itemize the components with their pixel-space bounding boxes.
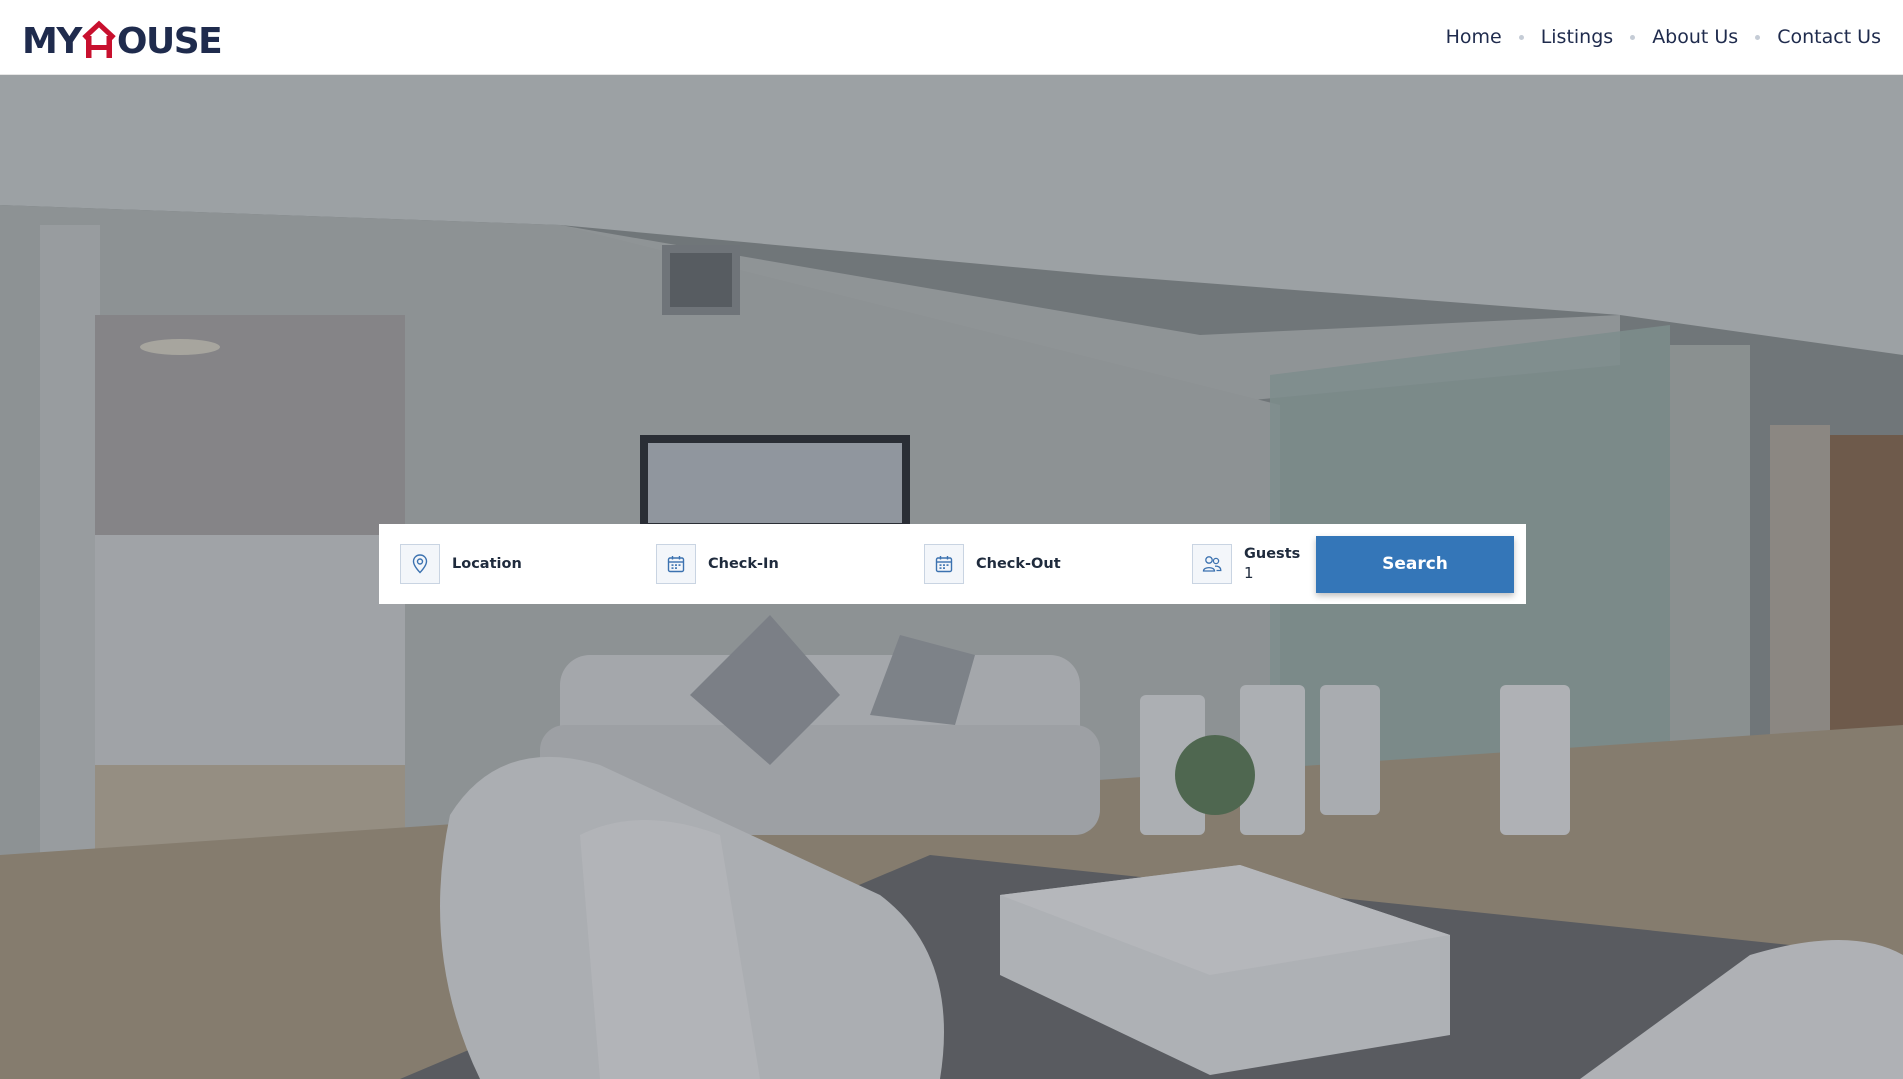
nav-home[interactable]: Home (1446, 26, 1502, 48)
guests-field[interactable]: Guests 1 (1192, 543, 1316, 585)
calendar-icon (924, 544, 964, 584)
location-field[interactable]: Location (400, 543, 656, 585)
main-nav: Home Listings About Us Contact Us (1446, 26, 1881, 48)
guests-value: 1 (1244, 564, 1254, 582)
search-button[interactable]: Search (1316, 535, 1514, 593)
guests-text: Guests 1 (1244, 546, 1300, 582)
nav-about-us[interactable]: About Us (1652, 26, 1738, 48)
nav-separator (1630, 34, 1636, 40)
users-icon (1192, 544, 1232, 584)
guests-label: Guests (1244, 546, 1301, 562)
nav-contact-us[interactable]: Contact Us (1777, 26, 1881, 48)
search-bar: Location Check-In Check-Out Guests 1 Sea… (379, 524, 1526, 604)
house-logo-icon (82, 20, 116, 58)
map-pin-icon (400, 544, 440, 584)
logo-text-left: MY (22, 21, 82, 62)
location-label: Location (452, 556, 522, 572)
check-in-field[interactable]: Check-In (656, 543, 924, 585)
nav-separator (1518, 34, 1524, 40)
calendar-icon (656, 544, 696, 584)
site-header: MY OUSE Home Listings About Us Contact U… (0, 0, 1903, 75)
site-logo[interactable]: MY OUSE (22, 14, 223, 62)
nav-listings[interactable]: Listings (1541, 26, 1614, 48)
check-out-label: Check-Out (976, 556, 1061, 572)
nav-separator (1755, 34, 1761, 40)
logo-text-right: OUSE (116, 21, 223, 62)
check-in-label: Check-In (708, 556, 779, 572)
check-out-field[interactable]: Check-Out (924, 543, 1192, 585)
